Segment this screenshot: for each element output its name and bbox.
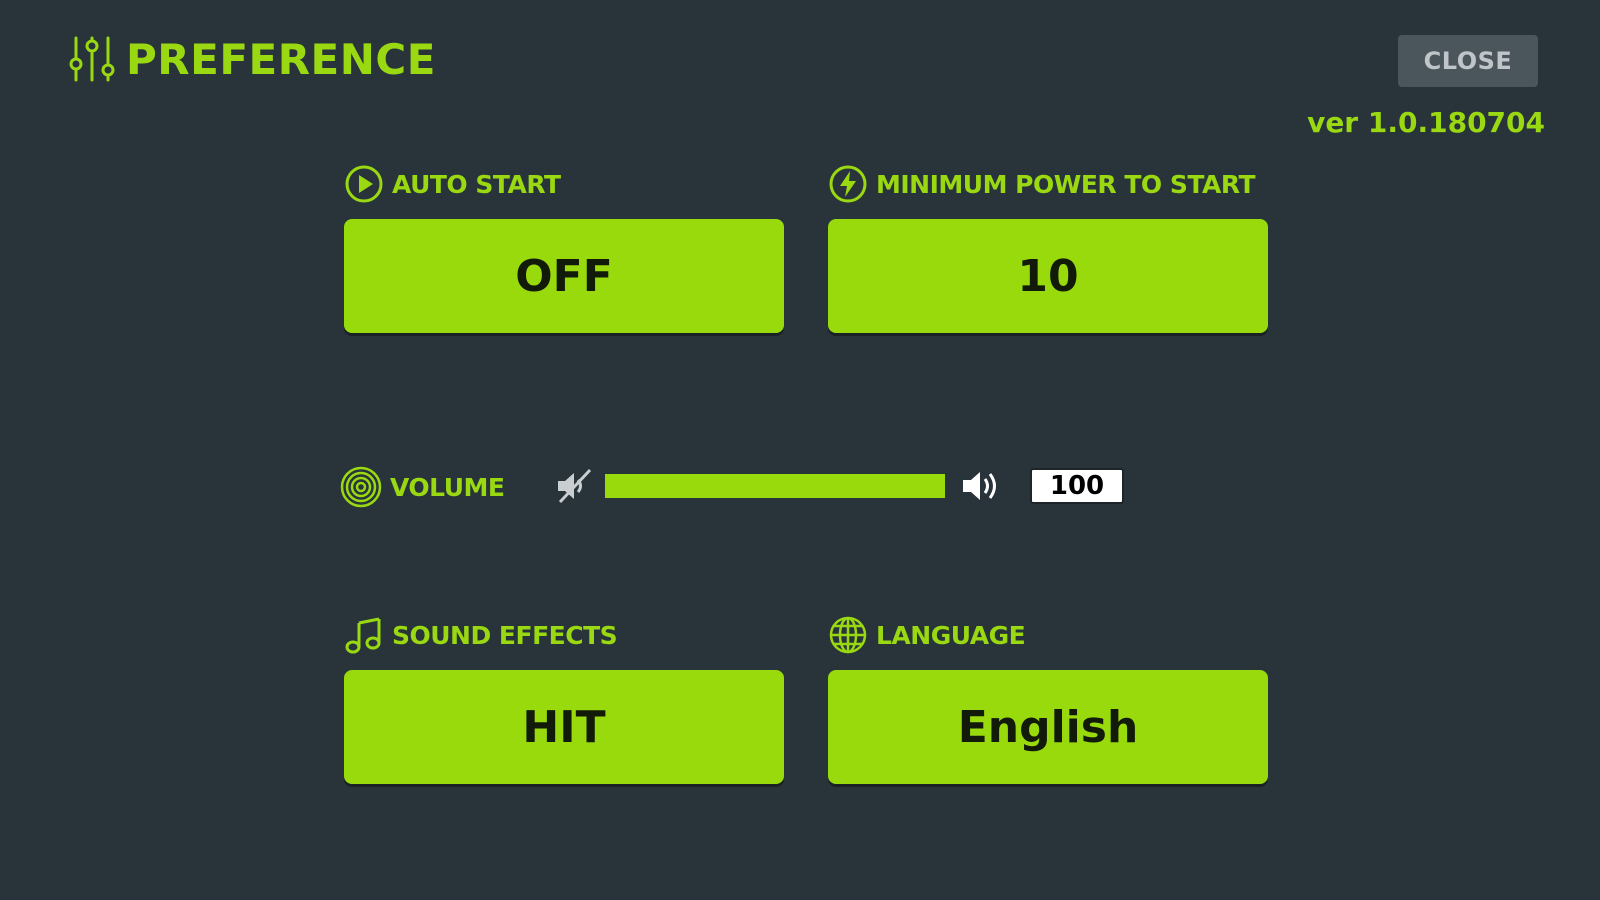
language-label-group: LANGUAGE — [828, 615, 1026, 655]
min-power-button[interactable]: 10 — [828, 219, 1268, 333]
sliders-icon — [69, 36, 115, 82]
version-label: ver 1.0.180704 — [1307, 106, 1545, 139]
close-button[interactable]: CLOSE — [1398, 35, 1538, 87]
power-bolt-icon — [829, 165, 867, 203]
min-power-label-group: MINIMUM POWER TO START — [828, 164, 1256, 204]
volume-slider-fill — [605, 474, 945, 498]
volume-label: VOLUME — [390, 472, 505, 502]
auto-start-button[interactable]: OFF — [344, 219, 784, 333]
page-title: PREFERENCE — [126, 34, 436, 84]
sound-effects-label-group: SOUND EFFECTS — [344, 615, 618, 655]
auto-start-label-group: AUTO START — [344, 164, 561, 204]
header: PREFERENCE — [66, 34, 436, 84]
globe-icon — [829, 616, 867, 654]
volume-slider[interactable] — [605, 474, 945, 498]
music-note-icon — [345, 617, 381, 654]
language-button[interactable]: English — [828, 670, 1268, 784]
volume-rings-icon — [340, 466, 382, 508]
sound-effects-button[interactable]: HIT — [344, 670, 784, 784]
volume-label-group: VOLUME — [340, 466, 505, 508]
sound-effects-label: SOUND EFFECTS — [392, 620, 618, 650]
volume-value-field[interactable] — [1030, 468, 1124, 504]
speaker-icon[interactable] — [960, 466, 1004, 506]
play-circle-icon — [345, 165, 383, 203]
auto-start-label: AUTO START — [392, 169, 561, 199]
language-label: LANGUAGE — [876, 620, 1026, 650]
min-power-label: MINIMUM POWER TO START — [876, 169, 1256, 199]
mute-icon[interactable] — [554, 466, 594, 506]
